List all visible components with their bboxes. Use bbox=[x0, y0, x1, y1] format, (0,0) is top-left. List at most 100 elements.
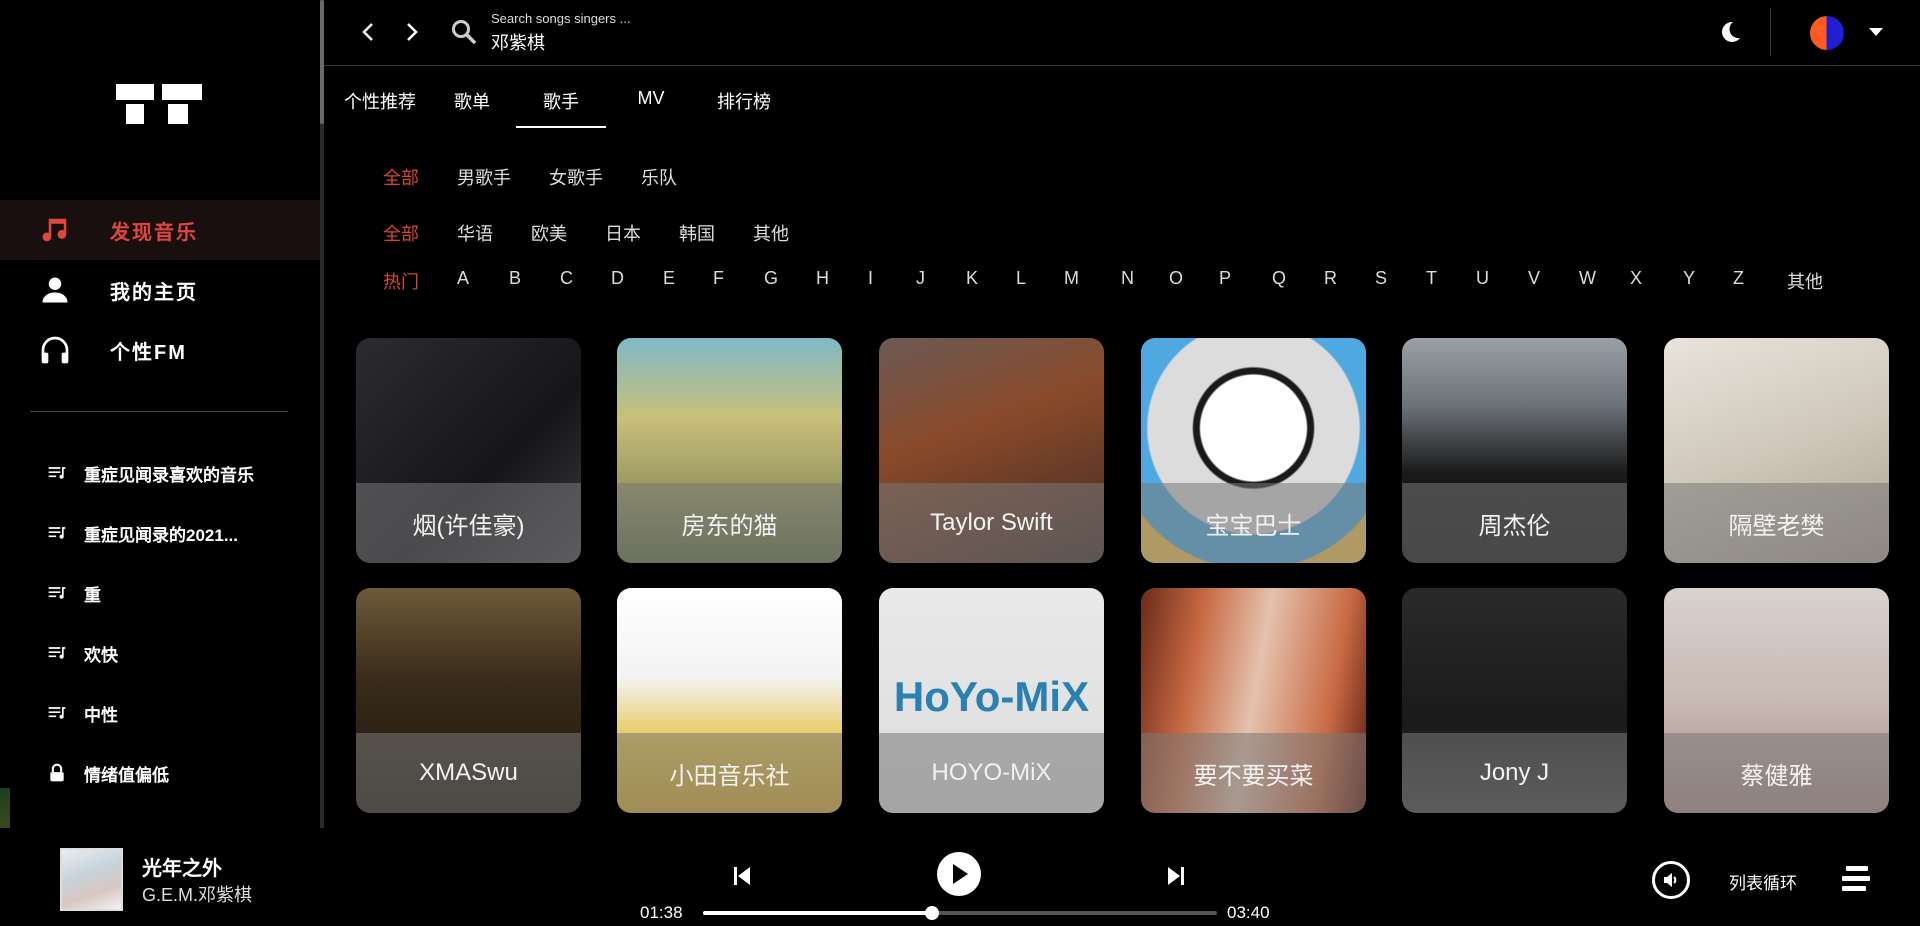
speaker-icon bbox=[1664, 873, 1677, 887]
filter-letter-17[interactable]: Q bbox=[1272, 268, 1286, 289]
filter-letter-5[interactable]: E bbox=[663, 268, 675, 289]
filter-letter-10[interactable]: J bbox=[916, 268, 925, 289]
filter-region-row: 全部 华语 欧美 日本 韩国 其他 bbox=[383, 220, 789, 246]
moon-icon[interactable] bbox=[1717, 19, 1743, 45]
filter-letter-6[interactable]: F bbox=[713, 268, 724, 289]
filter-region-1[interactable]: 华语 bbox=[457, 220, 493, 246]
artist-card[interactable]: XMASwu bbox=[356, 588, 581, 813]
search-input[interactable]: 邓紫棋 bbox=[491, 29, 545, 55]
sidebar-item-my-home[interactable]: 我的主页 bbox=[0, 260, 320, 320]
filter-letter-4[interactable]: D bbox=[611, 268, 624, 289]
playlist-item[interactable]: 欢快 bbox=[0, 623, 320, 683]
filter-letter-0[interactable]: 热门 bbox=[383, 268, 419, 294]
playlist-label: 重 bbox=[84, 585, 101, 605]
progress-knob[interactable] bbox=[924, 906, 939, 920]
artist-card[interactable]: HoYo-MiX HOYO-MiX bbox=[879, 588, 1104, 813]
filter-type-2[interactable]: 女歌手 bbox=[549, 164, 603, 190]
filter-letter-27[interactable]: 其他 bbox=[1787, 268, 1823, 294]
playlist-label: 欢快 bbox=[84, 645, 118, 665]
tab-singers[interactable]: 歌手 bbox=[516, 80, 606, 128]
artist-card[interactable]: 隔壁老樊 bbox=[1664, 338, 1889, 563]
filter-letter-2[interactable]: B bbox=[509, 268, 521, 289]
loop-mode[interactable]: 列表循环 bbox=[1729, 869, 1797, 894]
player-bar: 光年之外 G.E.M.邓紫棋 01:38 03:40 列表循环 bbox=[0, 828, 1920, 926]
song-title[interactable]: 光年之外 bbox=[142, 852, 222, 881]
filter-letter-20[interactable]: T bbox=[1426, 268, 1437, 289]
lock-icon bbox=[46, 762, 68, 784]
chevron-right-icon bbox=[407, 23, 418, 41]
artist-card[interactable]: 房东的猫 bbox=[617, 338, 842, 563]
filter-region-3[interactable]: 日本 bbox=[605, 220, 641, 246]
forward-button[interactable] bbox=[398, 18, 426, 46]
playlist-item[interactable]: 重症见闻录喜欢的音乐 bbox=[0, 443, 320, 503]
back-button[interactable] bbox=[354, 18, 382, 46]
previous-button[interactable] bbox=[728, 862, 756, 890]
artist-card[interactable]: 蔡健雅 bbox=[1664, 588, 1889, 813]
filter-region-5[interactable]: 其他 bbox=[753, 220, 789, 246]
progress-bar[interactable] bbox=[703, 906, 1217, 920]
filter-letter-24[interactable]: X bbox=[1630, 268, 1642, 289]
filter-letter-16[interactable]: P bbox=[1219, 268, 1231, 289]
tab-recommend[interactable]: 个性推荐 bbox=[324, 80, 436, 128]
artist-name: HOYO-MiX bbox=[879, 733, 1104, 813]
tab-charts[interactable]: 排行榜 bbox=[696, 80, 792, 128]
filter-letter-23[interactable]: W bbox=[1579, 268, 1596, 289]
filter-letter-19[interactable]: S bbox=[1375, 268, 1387, 289]
artist-card[interactable]: Jony J bbox=[1402, 588, 1627, 813]
filter-letter-25[interactable]: Y bbox=[1683, 268, 1695, 289]
playlist-item[interactable]: 中性 bbox=[0, 683, 320, 743]
filter-type-1[interactable]: 男歌手 bbox=[457, 164, 511, 190]
search-placeholder: Search songs singers ... bbox=[491, 11, 631, 26]
song-artist[interactable]: G.E.M.邓紫棋 bbox=[142, 881, 252, 907]
filter-letter-9[interactable]: I bbox=[868, 268, 873, 289]
sound-button[interactable] bbox=[1652, 861, 1690, 899]
artist-card[interactable]: Taylor Swift bbox=[879, 338, 1104, 563]
sidebar-item-personal-fm[interactable]: 个性FM bbox=[0, 320, 320, 380]
tab-playlists[interactable]: 歌单 bbox=[436, 80, 508, 128]
filter-region-0[interactable]: 全部 bbox=[383, 220, 419, 246]
artist-name: Taylor Swift bbox=[879, 483, 1104, 563]
play-button[interactable] bbox=[937, 852, 981, 896]
filter-type-0[interactable]: 全部 bbox=[383, 164, 419, 190]
playlist-label: 重症见闻录的2021... bbox=[84, 525, 238, 545]
artist-name: 小田音乐社 bbox=[617, 733, 842, 813]
filter-letter-8[interactable]: H bbox=[816, 268, 829, 289]
sidebar-item-discover-music[interactable]: 发现音乐 bbox=[0, 200, 320, 260]
filter-letter-15[interactable]: O bbox=[1169, 268, 1183, 289]
filter-letter-13[interactable]: M bbox=[1064, 268, 1079, 289]
filter-region-4[interactable]: 韩国 bbox=[679, 220, 715, 246]
artist-card[interactable]: 宝宝巴士 bbox=[1141, 338, 1366, 563]
next-button[interactable] bbox=[1162, 862, 1190, 890]
app-logo bbox=[116, 84, 202, 124]
playlist-icon bbox=[46, 582, 68, 604]
artist-card[interactable]: 周杰伦 bbox=[1402, 338, 1627, 563]
avatar[interactable] bbox=[1810, 16, 1844, 50]
filter-letter-22[interactable]: V bbox=[1528, 268, 1540, 289]
sidebar-item-label: 发现音乐 bbox=[110, 221, 198, 244]
playlist-item[interactable]: 重 bbox=[0, 563, 320, 623]
filter-letter-3[interactable]: C bbox=[560, 268, 573, 289]
filter-letter-7[interactable]: G bbox=[764, 268, 778, 289]
artist-card[interactable]: 要不要买菜 bbox=[1141, 588, 1366, 813]
tab-mv[interactable]: MV bbox=[606, 80, 696, 128]
search-icon[interactable] bbox=[450, 18, 478, 46]
playlist-item[interactable]: 重症见闻录的2021... bbox=[0, 503, 320, 563]
filter-letter-11[interactable]: K bbox=[966, 268, 978, 289]
skip-previous-icon bbox=[734, 867, 750, 885]
queue-button[interactable] bbox=[1840, 864, 1872, 894]
top-bar: Search songs singers ... 邓紫棋 bbox=[324, 0, 1920, 66]
filter-type-3[interactable]: 乐队 bbox=[641, 164, 677, 190]
filter-letter-12[interactable]: L bbox=[1016, 268, 1026, 289]
album-cover[interactable] bbox=[60, 848, 123, 911]
filter-letter-26[interactable]: Z bbox=[1733, 268, 1744, 289]
playlist-item[interactable]: 情绪值偏低 bbox=[0, 743, 320, 803]
playlist-icon bbox=[46, 522, 68, 544]
chevron-down-icon[interactable] bbox=[1869, 28, 1883, 36]
artist-card[interactable]: 烟(许佳豪) bbox=[356, 338, 581, 563]
filter-letter-18[interactable]: R bbox=[1324, 268, 1337, 289]
artist-card[interactable]: 小田音乐社 bbox=[617, 588, 842, 813]
filter-letter-14[interactable]: N bbox=[1121, 268, 1134, 289]
filter-letter-21[interactable]: U bbox=[1476, 268, 1489, 289]
filter-region-2[interactable]: 欧美 bbox=[531, 220, 567, 246]
filter-letter-1[interactable]: A bbox=[457, 268, 469, 289]
